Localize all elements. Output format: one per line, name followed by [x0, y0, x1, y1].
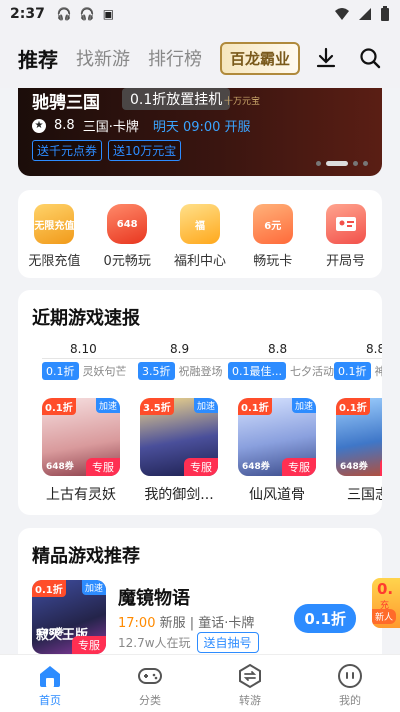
account-card-icon: [325, 204, 366, 244]
game-logo-badge[interactable]: 百龙霸业: [220, 41, 301, 75]
game-card[interactable]: 0.1折 加速 648券 专服 仙风道骨: [238, 398, 316, 504]
floating-promo-widget[interactable]: 0. 充 新人: [372, 578, 400, 628]
timeline-item[interactable]: 3.5折 祝融登场: [138, 362, 223, 380]
banner-title: 驰骋三国: [32, 93, 100, 113]
download-icon[interactable]: [314, 46, 338, 70]
gift-tag: 送自抽号: [196, 632, 259, 653]
quick-zero-yuan-play[interactable]: 648 0元畅玩: [92, 204, 162, 278]
section-title-express: 近期游戏速报: [32, 308, 140, 329]
timeline-date: 8.10: [70, 342, 97, 356]
transfer-icon: [239, 663, 261, 689]
bottom-tab-transfer[interactable]: 转游: [200, 655, 300, 712]
quick-unlimited-recharge[interactable]: 无限充值 无限充值: [19, 204, 89, 278]
carousel-indicator: [316, 161, 368, 166]
bottom-tab-home[interactable]: 首页: [0, 655, 100, 712]
banner-slogan: 十万元宝: [224, 97, 261, 107]
tab-recommend[interactable]: 推荐: [18, 44, 58, 73]
wifi-icon: [335, 8, 349, 20]
game-cover: 0.1折 加速 648券 专服: [238, 398, 316, 476]
promo-banner[interactable]: 驰骋三国 0.1折放置挂机 十万元宝 ★ 8.8 三国·卡牌 明天 09:00 …: [18, 88, 382, 176]
status-time: 2:37: [10, 6, 45, 22]
banner-rating: 8.8: [54, 118, 75, 133]
red-envelope-icon: 648: [107, 204, 148, 244]
tab-ranking[interactable]: 排行榜: [148, 45, 202, 71]
quick-entry-panel: 无限充值 无限充值 648 0元畅玩 福 福利中心 6元 畅玩卡 开局号: [18, 190, 382, 278]
gift-bag-icon: 福: [179, 204, 220, 244]
gamepad-icon: [138, 668, 162, 684]
express-games-row: 0.1折 加速 648券 专服 上古有灵妖 3.5折 加速 专服 我的御剑...…: [18, 398, 382, 508]
section-title-recommend: 精品游戏推荐: [32, 546, 140, 567]
carousel-dot: [363, 161, 368, 166]
game-name: 上古有灵妖: [46, 487, 116, 503]
carousel-dot-active: [326, 161, 348, 166]
recommend-game-meta: 17:00 新服 | 童话·卡牌: [118, 616, 255, 631]
headphones-icon: 🎧: [56, 7, 72, 21]
game-name: 三国志幻: [347, 487, 382, 503]
timeline-date: 8.8: [366, 342, 382, 356]
game-name: 仙风道骨: [249, 487, 305, 503]
banner-open-time: 明天 09:00 开服: [152, 120, 251, 135]
quick-welfare-center[interactable]: 福 福利中心: [165, 204, 235, 278]
carousel-dot: [316, 161, 321, 166]
discount-button[interactable]: 0.1折: [294, 604, 356, 633]
banner-genre: 三国·卡牌: [82, 120, 139, 135]
game-card[interactable]: 3.5折 加速 专服 我的御剑...: [140, 398, 218, 504]
carousel-dot: [353, 161, 358, 166]
timeline-item[interactable]: 0.1折 灵妖句芒: [42, 362, 127, 380]
game-cover: 0.1折 加速 648券 专服: [336, 398, 382, 476]
quick-starter-account[interactable]: 开局号: [311, 204, 381, 278]
recommend-game-cover[interactable]: 0.1折 加速 寂灭王版 648券 专服: [32, 580, 106, 654]
game-card[interactable]: 0.1折 加速 648券 专服 三国志幻: [336, 398, 382, 504]
bottom-navigation: 首页 分类 转游 我的: [0, 654, 400, 712]
game-card[interactable]: 0.1折 加速 648券 专服 上古有灵妖: [42, 398, 120, 504]
top-navigation: 推荐 找新游 排行榜 百龙霸业: [0, 28, 400, 88]
quick-play-card[interactable]: 6元 畅玩卡: [238, 204, 308, 278]
battery-icon: [381, 6, 389, 21]
timeline-date: 8.9: [170, 342, 190, 356]
play-card-icon: 6元: [252, 204, 293, 244]
search-icon[interactable]: [358, 46, 382, 70]
game-express-section: 近期游戏速报 8.10 8.9 8.8 8.8 0.1折 灵妖句芒 3.5折 祝…: [18, 290, 382, 515]
timeline-date: 8.8: [268, 342, 288, 356]
game-cover: 3.5折 加速 专服: [140, 398, 218, 476]
game-cover: 0.1折 加速 648券 专服: [42, 398, 120, 476]
star-icon: ★: [32, 118, 46, 133]
bottom-tab-category[interactable]: 分类: [100, 655, 200, 712]
banner-tag: 0.1折放置挂机: [122, 88, 231, 110]
banner-coupon: 送10万元宝: [108, 140, 182, 161]
profile-icon: [338, 664, 362, 688]
tab-find-new-games[interactable]: 找新游: [76, 45, 130, 71]
banner-coupon: 送千元点券: [32, 140, 103, 161]
timeline-item[interactable]: 0.1折 神将: [334, 362, 382, 380]
app-a-icon: ▣: [102, 7, 115, 21]
home-icon: [40, 666, 60, 687]
timeline-item[interactable]: 0.1最佳... 七夕活动: [228, 362, 334, 380]
timeline-divider: [42, 358, 382, 359]
game-name: 我的御剑...: [144, 487, 214, 503]
status-bar: 2:37 🎧 🎧 ▣: [0, 0, 400, 28]
unlimited-recharge-icon: 无限充值: [34, 204, 75, 244]
bottom-tab-mine[interactable]: 我的: [300, 655, 400, 712]
headphones-icon: 🎧: [79, 7, 95, 21]
recommend-game-name[interactable]: 魔镜物语: [118, 584, 190, 610]
signal-icon: [359, 8, 371, 20]
player-count: 12.7w人在玩: [118, 636, 191, 650]
release-timeline[interactable]: 8.10 8.9 8.8 8.8 0.1折 灵妖句芒 3.5折 祝融登场 0.1…: [18, 342, 382, 382]
